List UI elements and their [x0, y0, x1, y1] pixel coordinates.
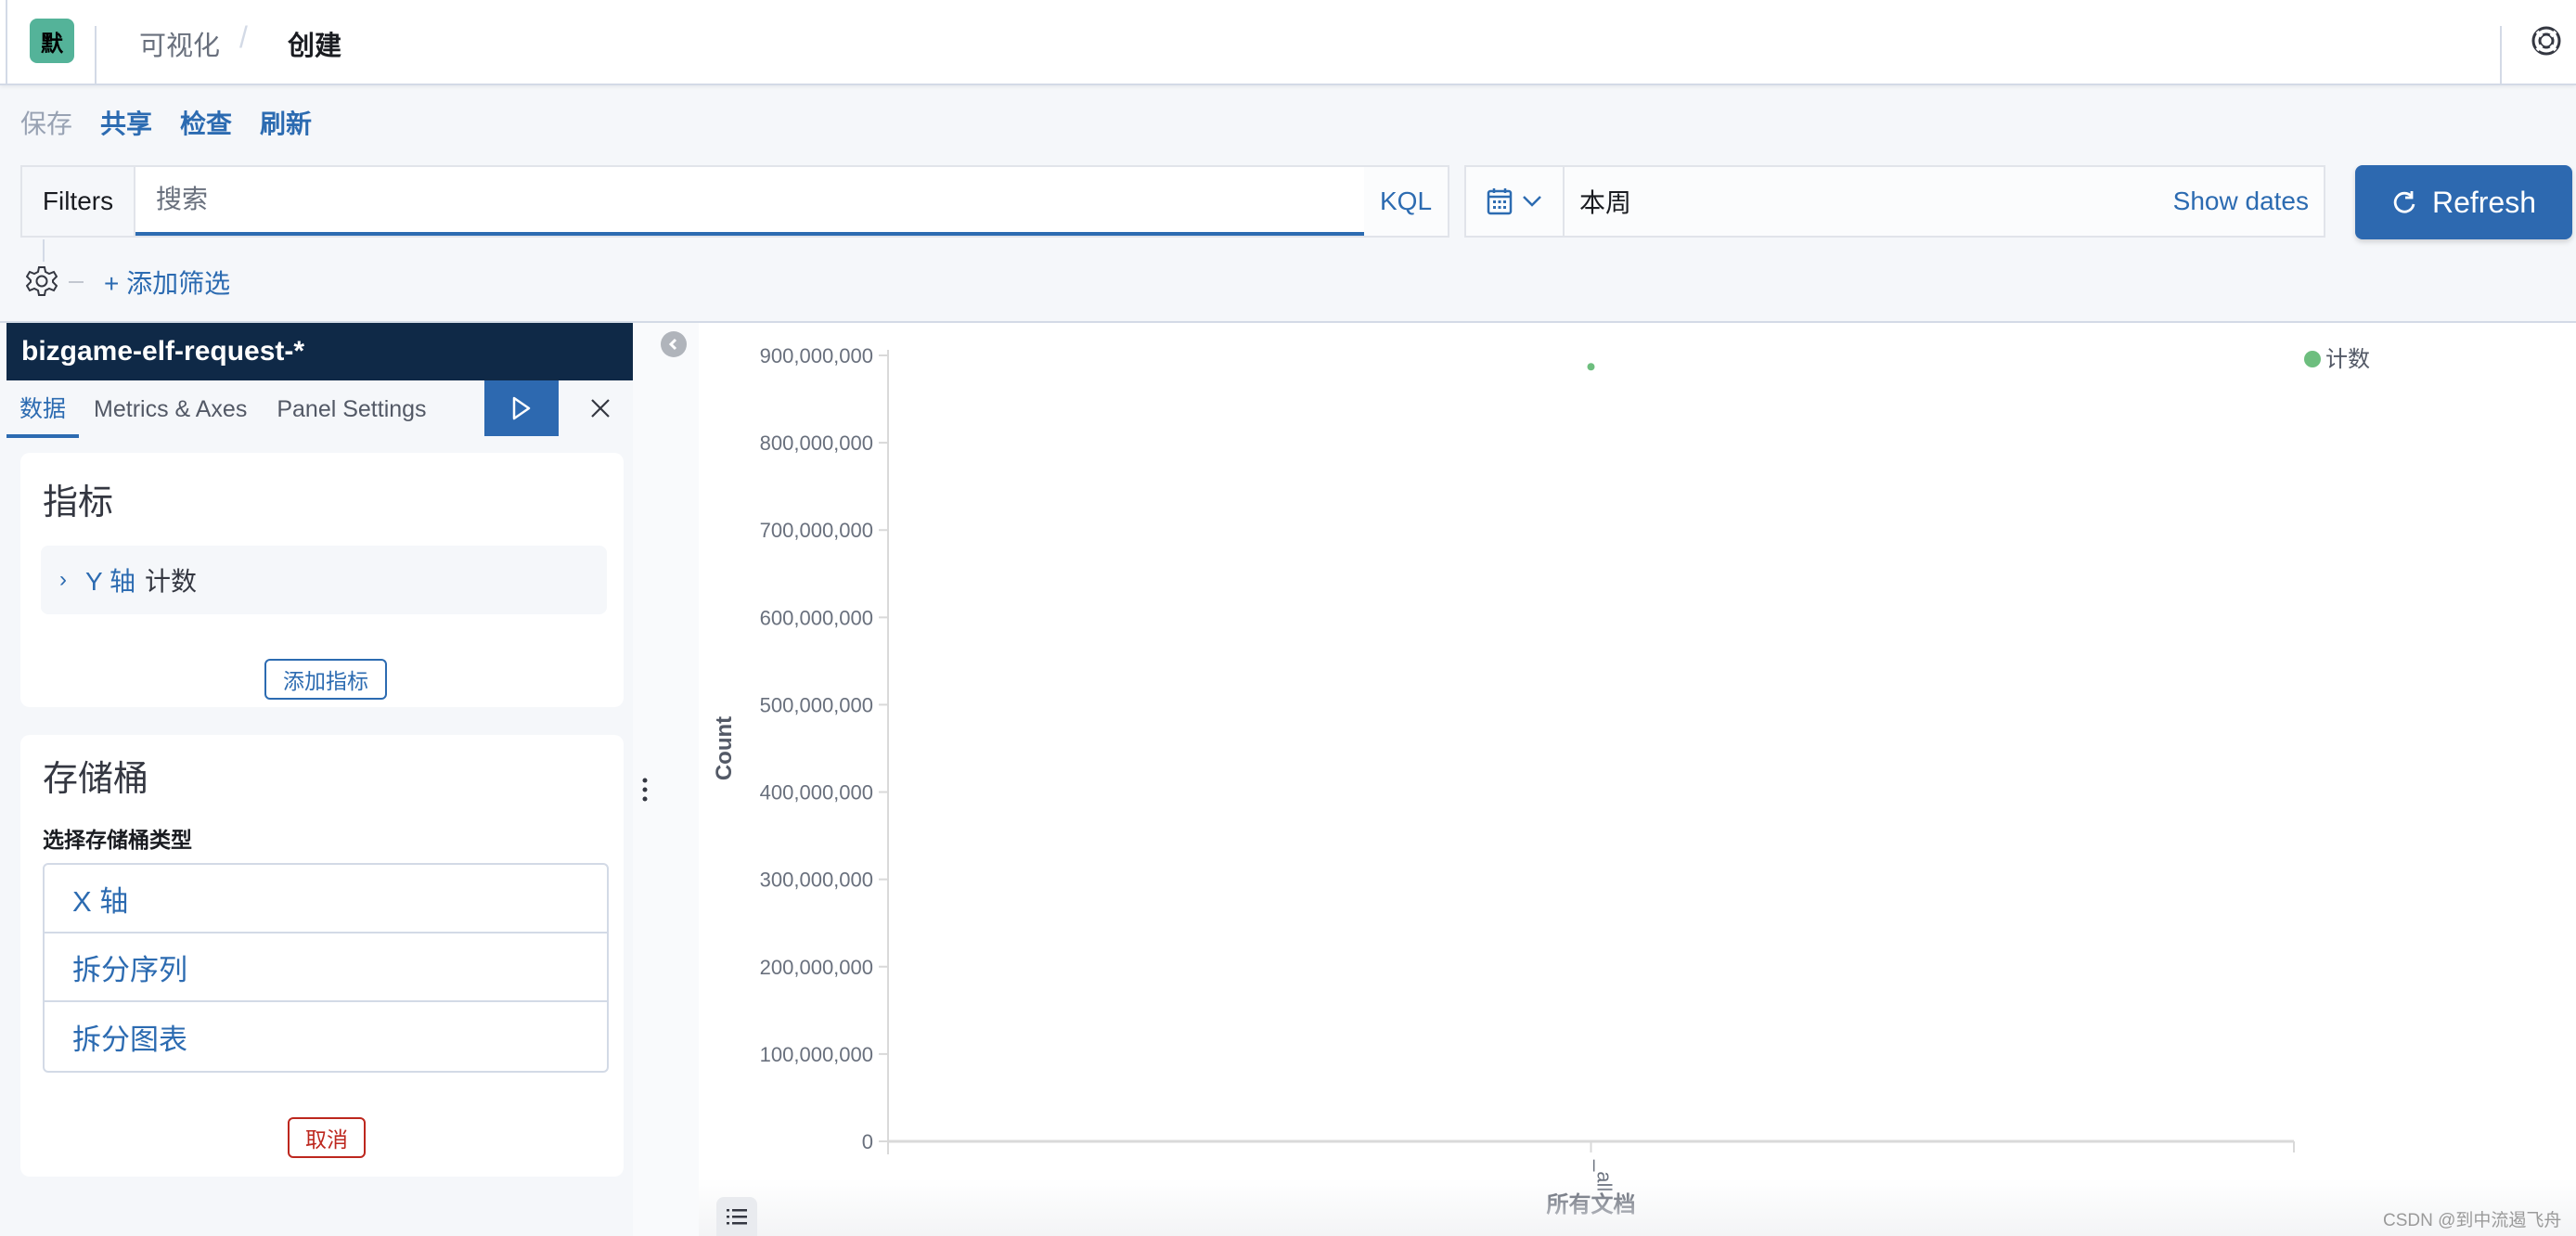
bucket-option-split-series[interactable]: 拆分序列 [45, 933, 607, 1002]
date-range-value[interactable]: 本周 [1565, 183, 2173, 220]
x-tick-label: _all [1593, 1159, 1616, 1191]
header-left-edge [0, 0, 7, 85]
editor-tabs: 数据 Metrics & Axes Panel Settings [6, 380, 633, 438]
add-filter-button[interactable]: + 添加筛选 [104, 264, 230, 301]
y-tick-label: 800,000,000 [760, 431, 873, 455]
share-button[interactable]: 共享 [100, 104, 152, 141]
date-picker: 本周 Show dates [1464, 165, 2325, 238]
kql-toggle-button[interactable]: KQL [1364, 167, 1448, 236]
space-avatar[interactable]: 默 [30, 19, 74, 63]
watermark: CSDN @到中流遏飞舟 [2383, 1211, 2562, 1230]
chevron-right-icon[interactable]: › [59, 567, 67, 593]
resize-handle[interactable] [640, 776, 650, 804]
legend-swatch[interactable] [2304, 351, 2321, 367]
header-divider-right [2500, 26, 2502, 85]
bucket-type-label: 选择存储桶类型 [43, 828, 192, 852]
metric-axis-label: Y 轴 [85, 567, 135, 596]
data-point[interactable] [1587, 363, 1595, 371]
y-tick-label: 200,000,000 [760, 956, 873, 979]
gear-icon [25, 266, 58, 296]
discard-changes-button[interactable] [577, 380, 624, 436]
top-header: 默 可视化 / 创建 [0, 0, 2576, 85]
filters-label: Filters [22, 167, 135, 236]
metric-agg-label: 计数 [144, 567, 197, 596]
breadcrumb-create: 创建 [288, 32, 342, 61]
metrics-title: 指标 [43, 483, 114, 522]
refresh-button[interactable]: Refresh [2355, 165, 2572, 239]
editor-sidebar: bizgame-elf-request-* 数据 Metrics & Axes … [6, 323, 633, 1236]
y-tick-label: 600,000,000 [760, 606, 873, 629]
cancel-button[interactable]: 取消 [288, 1117, 366, 1158]
filter-connector-line [43, 239, 45, 262]
tab-data[interactable]: 数据 [6, 380, 80, 438]
tab-panel-settings[interactable]: Panel Settings [262, 380, 441, 438]
filter-settings-button[interactable] [25, 265, 58, 297]
save-button[interactable]: 保存 [20, 104, 72, 141]
filter-divider [69, 281, 84, 283]
quick-menu-button[interactable] [1466, 167, 1565, 236]
collapse-sidebar-button[interactable] [661, 331, 687, 357]
visualization-area: 0 100,000,000 200,000,000 300,000,000 400,00… [699, 323, 2576, 1236]
y-tick-label: 700,000,000 [760, 519, 873, 542]
list-icon [727, 1209, 747, 1225]
play-icon [512, 396, 531, 420]
metric-item-y-axis[interactable]: › Y 轴 计数 [41, 546, 607, 614]
apply-changes-button[interactable] [484, 380, 559, 436]
y-tick-label: 900,000,000 [760, 344, 873, 367]
y-axis-title: Count [712, 716, 737, 780]
breadcrumb-visualize[interactable]: 可视化 [139, 24, 220, 63]
show-dates-button[interactable]: Show dates [2173, 187, 2324, 216]
index-pattern-title: bizgame-elf-request-* [6, 323, 633, 380]
refresh-button-label: Refresh [2431, 185, 2537, 219]
header-divider [95, 26, 97, 85]
chevron-left-icon [668, 338, 677, 351]
inspect-button[interactable]: 检查 [180, 104, 232, 141]
help-button[interactable] [2530, 24, 2563, 58]
top-nav-menu: 保存 共享 检查 刷新 [20, 104, 312, 141]
breadcrumb-separator: / [239, 20, 248, 54]
chart: 0 100,000,000 200,000,000 300,000,000 400,00… [712, 344, 2370, 1217]
bucket-option-split-chart[interactable]: 拆分图表 [45, 1002, 607, 1071]
y-axis: 0 100,000,000 200,000,000 300,000,000 400,00… [712, 344, 889, 1154]
query-bar: Filters KQL [20, 165, 1449, 238]
buckets-title: 存储桶 [43, 760, 149, 799]
bucket-type-list: X 轴 拆分序列 拆分图表 [43, 863, 609, 1073]
bucket-option-x-axis[interactable]: X 轴 [45, 865, 607, 933]
y-tick-label: 500,000,000 [760, 693, 873, 716]
y-tick-label: 300,000,000 [760, 869, 873, 892]
lifebuoy-icon [2531, 26, 2561, 56]
calendar-icon [1487, 188, 1513, 215]
y-tick-label: 100,000,000 [760, 1043, 873, 1066]
refresh-icon [2393, 191, 2415, 213]
add-metric-button[interactable]: 添加指标 [264, 659, 387, 700]
y-tick-label: 0 [862, 1130, 873, 1153]
y-tick-label: 400,000,000 [760, 781, 873, 805]
legend-label[interactable]: 计数 [2325, 347, 2370, 372]
tab-metrics-axes[interactable]: Metrics & Axes [79, 380, 262, 438]
x-axis-title: 所有文档 [1547, 1191, 1636, 1217]
refresh-link[interactable]: 刷新 [260, 104, 312, 141]
metrics-section: 指标 › Y 轴 计数 添加指标 [20, 453, 624, 707]
buckets-section: 存储桶 选择存储桶类型 X 轴 拆分序列 拆分图表 取消 [20, 735, 624, 1177]
drag-dots-icon [642, 778, 648, 802]
series-points [1587, 363, 1595, 371]
close-icon [591, 399, 610, 418]
search-input[interactable] [135, 167, 1364, 236]
chevron-down-icon [1523, 196, 1541, 207]
legend-toggle-button[interactable] [716, 1197, 757, 1236]
x-axis: _all所有文档 [888, 1139, 2295, 1217]
legend: 计数 [2304, 347, 2370, 372]
